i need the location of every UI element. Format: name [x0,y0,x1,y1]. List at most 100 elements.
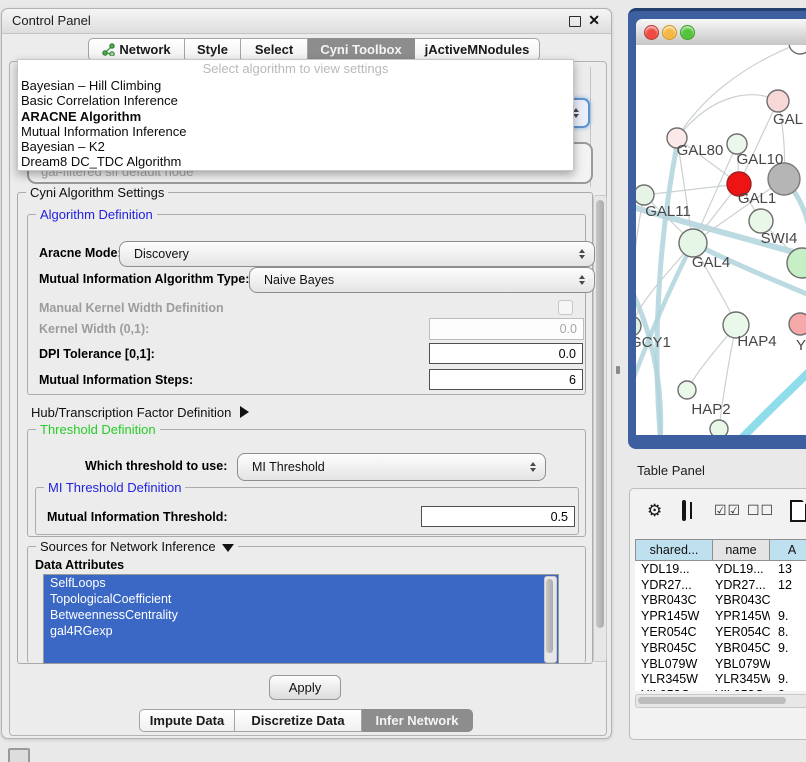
tab-select[interactable]: Select [241,38,308,61]
collapse-down-icon[interactable] [222,544,234,552]
cell: YDR27... [713,578,770,592]
column-header-name[interactable]: name [713,539,770,561]
node-label: GAL1 [738,190,776,207]
dropdown-item[interactable]: Bayesian – K2 [18,139,573,154]
control-panel-window: Control Panel ✕ Network Style Select Cyn… [1,8,612,739]
cell: 13 [770,562,792,576]
node-label: GAL [773,111,803,128]
tab-network[interactable]: Network [88,38,185,61]
tab-style-label: Style [197,42,228,57]
hub-section-label: Hub/Transcription Factor Definition [31,405,231,420]
table-row[interactable]: YER054CYER054C8. [635,624,806,640]
node-gcy1[interactable] [636,316,641,336]
mi-threshold-field[interactable]: 0.5 [421,506,575,527]
node-label: SWI4 [761,230,798,247]
hub-section[interactable]: Hub/Transcription Factor Definition [31,401,249,423]
control-panel-titlebar[interactable]: Control Panel ✕ [2,9,611,34]
select-all-checks-icon[interactable]: ☑☑ [714,502,741,519]
node-hap2[interactable] [678,381,696,399]
table-row[interactable]: YDL19...YDL19...13 [635,561,806,577]
aracne-mode-value: Discovery [134,247,189,261]
node-gal11[interactable] [636,185,654,205]
cell: YPR145W [635,609,713,623]
sources-group-title: Sources for Network Inference [36,539,238,554]
table-row[interactable]: YDR27...YDR27...12 [635,577,806,593]
sources-title-text: Sources for Network Inference [40,539,216,554]
tab-infer-network[interactable]: Infer Network [362,709,473,732]
node-bottom[interactable] [710,420,728,435]
mi-steps-field[interactable]: 6 [429,369,583,390]
list-item[interactable]: gal4RGexp [44,623,558,639]
apply-button-label: Apply [289,680,322,695]
table-row[interactable]: YBL079WYBL079W [635,656,806,672]
node-label: GAL4 [692,254,730,271]
list-item[interactable]: TopologicalCoefficient [44,591,558,607]
tab-style[interactable]: Style [185,38,241,61]
focused-combo-fragment[interactable] [572,98,590,128]
column-header-shared[interactable]: shared... [635,539,713,561]
manual-kernel-label: Manual Kernel Width Definition [39,297,224,319]
node-pink-right[interactable] [789,313,806,335]
splitter-handle[interactable] [616,366,620,374]
cell: YLR345W [635,672,713,686]
list-item[interactable]: SelfLoops [44,575,558,591]
table-row[interactable]: YLR345WYLR345W9. [635,672,806,688]
dropdown-item-selected[interactable]: ARACNE Algorithm [18,109,573,124]
node-gal-top[interactable] [767,90,789,112]
dpi-tolerance-label: DPI Tolerance [0,1]: [39,343,155,365]
tab-cyni-toolbox[interactable]: Cyni Toolbox [308,38,415,61]
manual-kernel-checkbox[interactable] [558,300,573,315]
network-window-titlebar[interactable] [636,19,806,46]
minimized-panel-icon[interactable] [8,748,30,762]
dpi-tolerance-field[interactable]: 0.0 [429,343,583,364]
kernel-width-field[interactable]: 0.0 [429,318,584,340]
list-scrollbar[interactable] [544,576,557,663]
apply-button[interactable]: Apply [269,675,341,700]
column-header-next[interactable]: A [770,539,806,561]
mi-type-combo[interactable]: Naive Bayes [249,267,595,293]
minimize-traffic-light-icon[interactable] [662,25,677,40]
dropdown-item[interactable]: Mutual Information Inference [18,124,573,139]
list-item[interactable]: BetweennessCentrality [44,607,558,623]
clear-all-checks-icon[interactable]: ☐☐ [747,502,774,519]
node-gal4[interactable] [679,229,707,257]
close-icon[interactable]: ✕ [588,12,600,29]
table-header: shared... name A [635,539,806,561]
document-icon[interactable] [790,500,806,522]
which-threshold-combo[interactable]: MI Threshold [237,453,546,481]
dropdown-item[interactable]: Bayesian – Hill Climbing [18,78,573,93]
node-label: Y [796,337,806,354]
node-top[interactable] [789,45,806,54]
table-panel: ⚙ ☑☑ ☐☐ shared... name A YDL19...YDL19..… [629,488,806,740]
table-row[interactable]: YBR043CYBR043C [635,593,806,609]
settings-scrollbar[interactable] [593,195,607,662]
expand-right-icon[interactable] [240,406,249,418]
network-canvas[interactable]: GAL GAL80 GAL10 GAL11 GAL1 SWI4 GAL4 GCY… [636,45,806,435]
tab-jactivemnodules[interactable]: jActiveMNodules [415,38,540,61]
dropdown-item[interactable]: Dream8 DC_TDC Algorithm [18,154,573,169]
gear-icon[interactable]: ⚙ [647,501,662,521]
table-row[interactable]: YBR045CYBR045C9. [635,640,806,656]
tab-select-label: Select [255,42,293,57]
float-window-icon[interactable] [569,16,581,27]
list-scrollbar-thumb[interactable] [546,579,553,653]
table-body[interactable]: YDL19...YDL19...13 YDR27...YDR27...12 YB… [635,561,806,691]
table-panel-title: Table Panel [637,463,705,478]
algorithm-dropdown-list: Select algorithm to view settings Bayesi… [17,59,574,171]
tab-discretize-data[interactable]: Discretize Data [235,709,362,732]
columns-icon[interactable] [682,500,686,521]
aracne-mode-combo[interactable]: Discovery [119,241,595,267]
table-hscrollbar-thumb[interactable] [638,697,786,704]
tab-impute-data[interactable]: Impute Data [139,709,235,732]
mi-steps-value: 6 [569,373,576,387]
settings-scrollbar-thumb[interactable] [596,200,604,628]
table-row[interactable]: YIL052CYIL052C9. [635,687,806,691]
bottom-tabbar: Impute Data Discretize Data Infer Networ… [139,709,473,731]
table-row[interactable]: YPR145WYPR145W9. [635,608,806,624]
close-traffic-light-icon[interactable] [644,25,659,40]
zoom-traffic-light-icon[interactable] [680,25,695,40]
data-attributes-list[interactable]: SelfLoops TopologicalCoefficient Between… [43,574,559,664]
table-hscrollbar[interactable] [635,694,806,708]
dpi-tolerance-value: 0.0 [559,347,576,361]
dropdown-item[interactable]: Basic Correlation Inference [18,93,573,108]
